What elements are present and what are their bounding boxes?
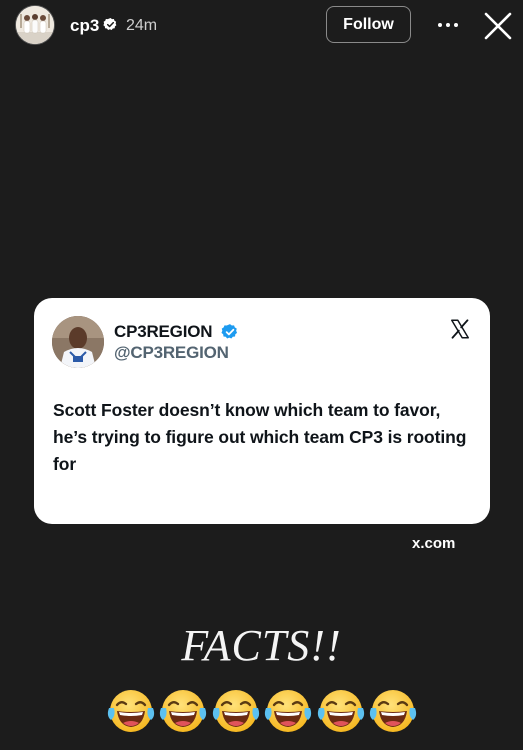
story-header: cp3 24m Follow — [0, 0, 523, 52]
more-options-icon[interactable] — [431, 10, 465, 40]
face-with-tears-of-joy-emoji — [265, 690, 312, 732]
avatar[interactable] — [16, 6, 54, 44]
close-icon[interactable] — [482, 10, 514, 42]
face-with-tears-of-joy-emoji — [369, 690, 417, 732]
tweet-handle: @CP3REGION — [114, 343, 229, 362]
follow-button[interactable]: Follow — [326, 6, 411, 43]
verified-badge-icon — [103, 17, 117, 30]
face-with-tears-of-joy-emoji — [160, 690, 207, 732]
avatar-photo — [16, 6, 54, 44]
source-link[interactable]: x.com — [412, 535, 455, 552]
username[interactable]: cp3 — [70, 16, 99, 36]
x-logo-icon — [451, 319, 469, 339]
emoji-row — [106, 686, 418, 734]
face-with-tears-of-joy-emoji — [107, 690, 155, 732]
verified-badge-icon — [221, 324, 238, 339]
story-caption: FACTS!! — [181, 621, 342, 670]
face-with-tears-of-joy-emoji — [317, 690, 364, 732]
tweet-card[interactable]: CP3REGION @CP3REGION Scott Foster doesn’… — [34, 298, 490, 524]
face-with-tears-of-joy-emoji — [212, 690, 259, 732]
post-timestamp: 24m — [126, 17, 158, 34]
tweet-text: Scott Foster doesn’t know which team to … — [53, 400, 467, 474]
tweet-author-avatar — [52, 316, 104, 368]
tweet-display-name: CP3REGION — [114, 322, 213, 341]
